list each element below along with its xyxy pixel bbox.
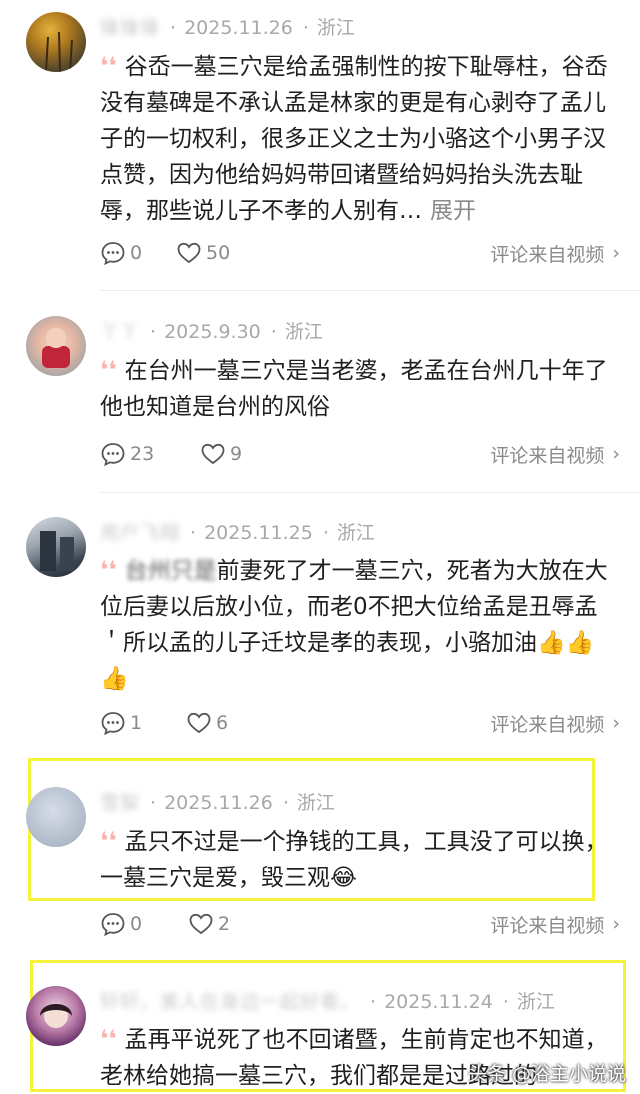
chevron-right-icon: › [612, 712, 620, 734]
heart-icon [177, 242, 201, 264]
video-source-link[interactable]: 评论来自视频 › [490, 238, 620, 268]
autumn-tree-icon [45, 31, 73, 72]
avatar[interactable] [26, 787, 86, 847]
quote-icon: ❛❛ [100, 556, 117, 584]
building-photo-icon [40, 531, 74, 571]
like-button[interactable]: 2 [188, 909, 230, 939]
comment-text[interactable]: ❛❛ 谷岙一墓三穴是给孟强制性的按下耻辱柱，谷岙没有墓碑是不承认孟是林家的更是有心… [100, 48, 620, 229]
avatar[interactable] [26, 986, 86, 1046]
comment-date: 2025.11.26 [184, 17, 293, 39]
video-source-link[interactable]: 评论来自视频 › [490, 439, 620, 469]
reply-count: 23 [130, 443, 155, 465]
comment-location: 浙江 [284, 321, 323, 343]
heart-icon [201, 443, 225, 465]
user-name[interactable]: 锋锋锋 [100, 13, 160, 40]
reply-bubble-icon [101, 242, 125, 266]
comment-meta: 用户飞翔 · 2025.11.25 · 浙江 [100, 518, 375, 545]
like-count: 2 [218, 913, 231, 935]
chevron-right-icon: › [612, 913, 620, 935]
comment-text[interactable]: ❛❛ 在台州一墓三穴是当老婆，老孟在台州几十年了他也知道是台州的风俗 [100, 352, 620, 425]
reply-button[interactable]: 0 [100, 238, 142, 268]
comment-location: 浙江 [516, 991, 555, 1013]
expand-link[interactable]: 展开 [430, 198, 476, 224]
user-name[interactable]: 雪梨 [100, 788, 140, 815]
comment-actions: 0 2 评论来自视频 › [100, 909, 620, 939]
comment-date: 2025.11.26 [164, 792, 273, 814]
comment-meta: 锋锋锋 · 2025.11.26 · 浙江 [100, 13, 355, 40]
comment-actions: 0 50 评论来自视频 › [100, 238, 620, 268]
divider [100, 290, 640, 291]
comment-meta: 丫丫 · 2025.9.30 · 浙江 [100, 317, 323, 344]
reply-count: 0 [130, 242, 143, 264]
reply-bubble-icon [101, 443, 125, 467]
reply-bubble-icon [101, 712, 125, 736]
like-count: 9 [230, 443, 243, 465]
comment-location: 浙江 [296, 792, 335, 814]
comment-actions: 1 6 评论来自视频 › [100, 708, 620, 738]
watermark: 头条 @浴主小说说 [467, 1063, 626, 1085]
avatar[interactable] [26, 316, 86, 376]
comment-date: 2025.9.30 [164, 321, 261, 343]
comment-meta: 雪梨 · 2025.11.26 · 浙江 [100, 788, 335, 815]
baby-photo-icon [42, 328, 70, 368]
video-source-link[interactable]: 评论来自视频 › [490, 909, 620, 939]
video-source-link[interactable]: 评论来自视频 › [490, 708, 620, 738]
avatar[interactable] [26, 517, 86, 577]
reply-bubble-icon [101, 913, 125, 937]
reply-count: 1 [130, 712, 143, 734]
like-button[interactable]: 9 [200, 439, 242, 469]
comment-text[interactable]: ❛❛ 孟只不过是一个挣钱的工具，工具没了可以换，一墓三穴是爱，毁三观😂 [100, 823, 620, 896]
comment-actions: 23 9 评论来自视频 › [100, 439, 620, 469]
heart-icon [189, 913, 213, 935]
quote-icon: ❛❛ [100, 827, 117, 855]
like-count: 6 [216, 712, 229, 734]
reply-button[interactable]: 0 [100, 909, 142, 939]
quote-icon: ❛❛ [100, 1025, 117, 1053]
comment-meta: 轩轩，美人在身边一起好看。 · 2025.11.24 · 浙江 [100, 987, 555, 1014]
quote-icon: ❛❛ [100, 52, 117, 80]
user-name[interactable]: 用户飞翔 [100, 518, 180, 545]
comment-date: 2025.11.24 [384, 991, 493, 1013]
woman-photo-icon [40, 1004, 72, 1028]
like-button[interactable]: 6 [186, 708, 228, 738]
avatar[interactable] [26, 12, 86, 72]
chevron-right-icon: › [612, 242, 620, 264]
chevron-right-icon: › [612, 443, 620, 465]
reply-button[interactable]: 23 [100, 439, 154, 469]
comment-text[interactable]: ❛❛ 台州只是前妻死了才一墓三穴，死者为大放在大位后妻以后放小位，而老0不把大位给… [100, 552, 620, 697]
comment-location: 浙江 [316, 17, 355, 39]
comment-location: 浙江 [336, 522, 375, 544]
comment-date: 2025.11.25 [204, 522, 313, 544]
user-name[interactable]: 丫丫 [100, 317, 140, 344]
reply-count: 0 [130, 913, 143, 935]
reply-button[interactable]: 1 [100, 708, 142, 738]
heart-icon [187, 712, 211, 734]
like-count: 50 [206, 242, 231, 264]
divider [100, 492, 640, 493]
quote-icon: ❛❛ [100, 356, 117, 384]
like-button[interactable]: 50 [176, 238, 230, 268]
user-name[interactable]: 轩轩，美人在身边一起好看。 [100, 987, 360, 1014]
